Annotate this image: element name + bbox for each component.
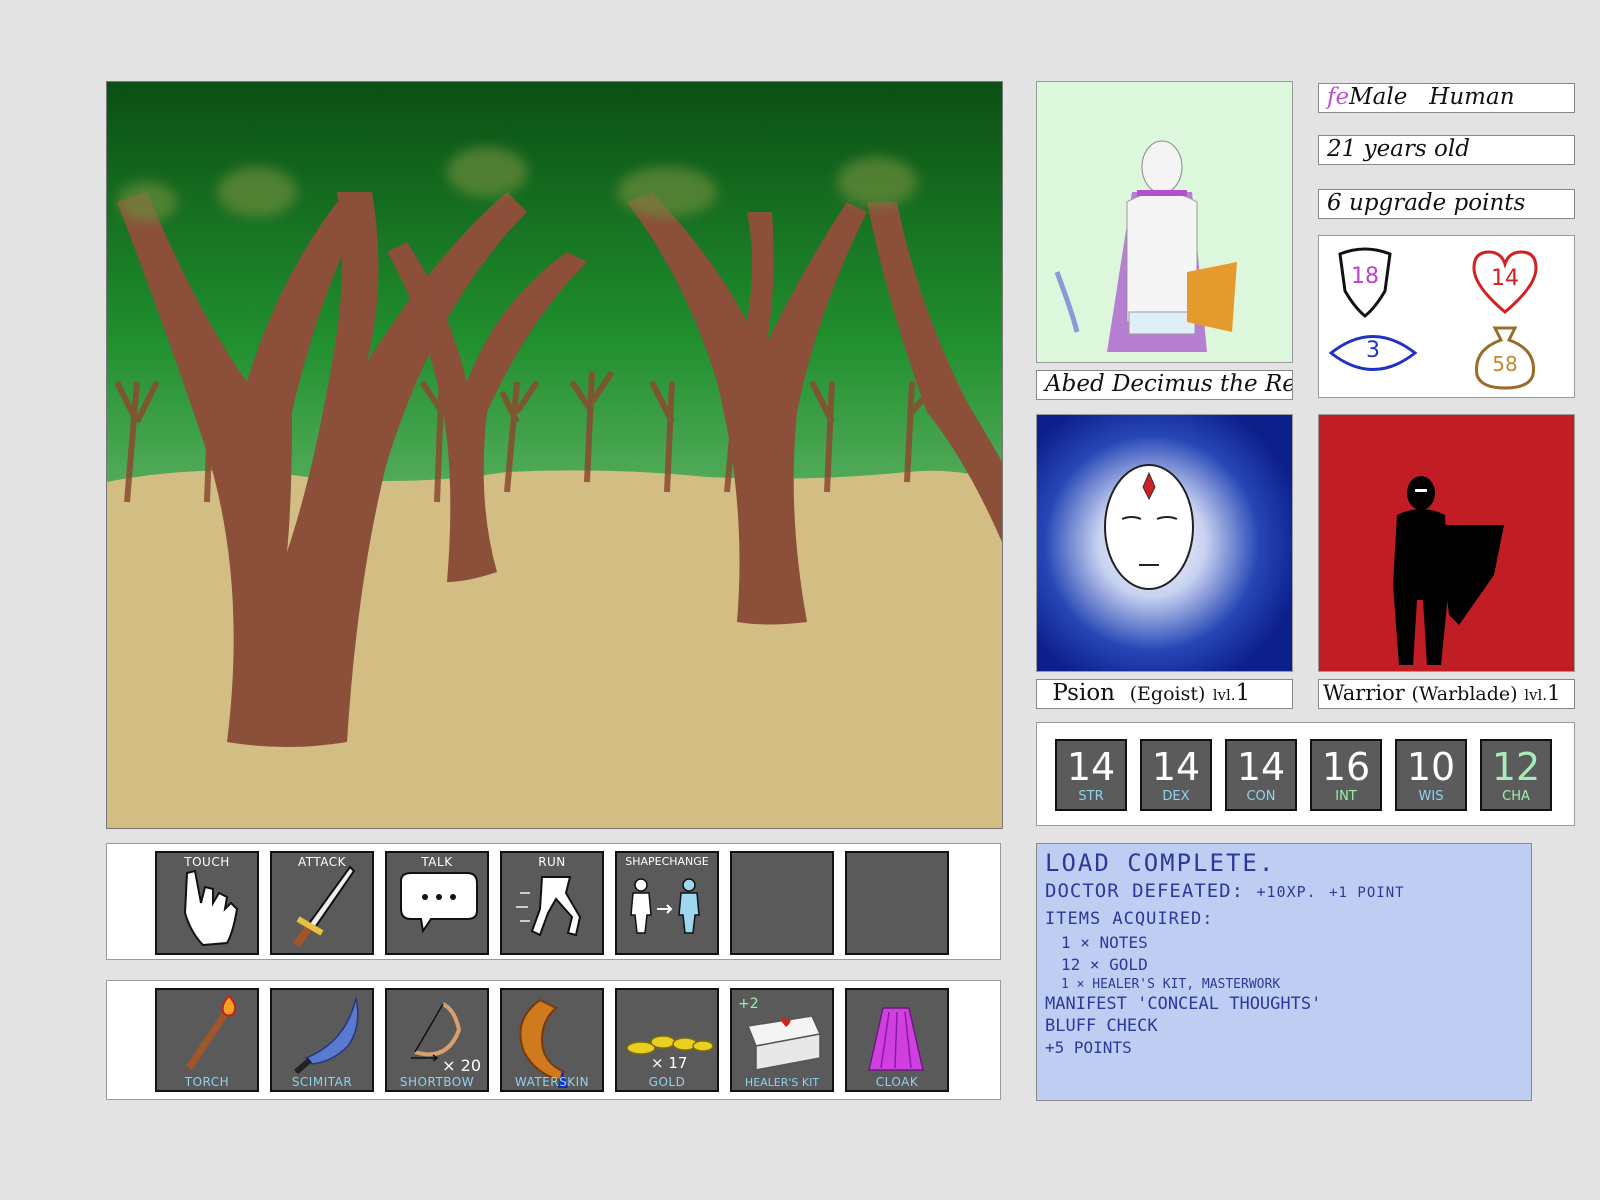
healers-kit-qty: +2: [738, 996, 759, 1012]
log-load-complete: LOAD COMPLETE.: [1045, 849, 1276, 877]
ability-key: WIS: [1418, 789, 1444, 804]
forest-scene: [107, 82, 1002, 828]
inventory-gold[interactable]: × 17 GOLD: [615, 988, 719, 1092]
gold-qty: × 17: [651, 1054, 688, 1072]
log-manifest-line: MANIFEST 'CONCEAL THOUGHTS': [1045, 994, 1322, 1014]
shortbow-qty: × 20: [442, 1056, 481, 1075]
warrior-level: 1: [1547, 681, 1561, 705]
sword-icon: [292, 865, 356, 948]
inventory-cloak[interactable]: CLOAK: [845, 988, 949, 1092]
ability-wis[interactable]: 10 WIS: [1395, 739, 1467, 811]
ability-value: 16: [1321, 745, 1371, 789]
log-item: 12 × GOLD: [1061, 955, 1148, 974]
speech-bubble-icon: [400, 872, 478, 934]
inventory-scimitar[interactable]: SCIMITAR: [270, 988, 374, 1092]
log-defeat-text: DOCTOR DEFEATED:: [1045, 880, 1245, 902]
action-empty-slot-7[interactable]: [845, 851, 949, 955]
inventory-label: TORCH: [184, 1075, 230, 1089]
gold-value: 58: [1492, 352, 1518, 376]
psion-class-name: Psion: [1052, 680, 1115, 706]
message-log[interactable]: LOAD COMPLETE. DOCTOR DEFEATED: +10XP. +…: [1036, 843, 1532, 1101]
log-xp-text: +10XP.: [1256, 883, 1317, 901]
log-defeat-line: DOCTOR DEFEATED: +10XP. +1 POINT: [1045, 878, 1523, 906]
log-bluff-line: BLUFF CHECK: [1045, 1016, 1158, 1036]
log-points-line: +5 POINTS: [1045, 1038, 1132, 1057]
warrior-silhouette-icon: [1393, 476, 1504, 665]
inventory-shortbow[interactable]: × 20 SHORTBOW: [385, 988, 489, 1092]
action-touch-button[interactable]: TOUCH: [155, 851, 259, 955]
ability-int[interactable]: 16 INT: [1310, 739, 1382, 811]
ability-key: CON: [1246, 789, 1276, 804]
inventory-waterskin[interactable]: WATERSKIN: [500, 988, 604, 1092]
psion-subclass: (Egoist): [1129, 683, 1206, 705]
action-bar: TOUCH ATTACK TALK RUN SHAPECHANGE: [106, 843, 1001, 960]
ability-key: STR: [1078, 789, 1104, 804]
psion-level-label: lvl.: [1212, 686, 1236, 704]
ability-value: 12: [1491, 745, 1541, 789]
warrior-subclass: (Warblade): [1411, 683, 1518, 705]
action-talk-button[interactable]: TALK: [385, 851, 489, 955]
ability-key: INT: [1335, 789, 1357, 804]
inventory-label: WATERSKIN: [514, 1075, 590, 1089]
character-portrait[interactable]: [1036, 81, 1293, 363]
health-value: 14: [1491, 266, 1519, 291]
log-items-heading: ITEMS ACQUIRED:: [1045, 909, 1214, 929]
ability-con[interactable]: 14 CON: [1225, 739, 1297, 811]
warrior-class-label: Warrior (Warblade) lvl.1: [1318, 679, 1575, 709]
psion-level: 1: [1235, 680, 1251, 706]
sex-race-field: feMale Human: [1318, 83, 1575, 113]
armor-stat: 18: [1335, 246, 1395, 318]
character-figure-icon: [1054, 140, 1237, 352]
log-item: 1 × NOTES: [1061, 933, 1148, 952]
inventory-label: CLOAK: [875, 1075, 919, 1089]
hand-pointer-icon: [183, 869, 239, 947]
action-attack-button[interactable]: ATTACK: [270, 851, 374, 955]
ability-value: 14: [1151, 745, 1201, 789]
race: Human: [1429, 84, 1515, 110]
ability-scores-panel: 14 STR 14 DEX 14 CON 16 INT 10 WIS 12 CHA: [1036, 722, 1575, 826]
inventory-bar: TORCH SCIMITAR × 20 SHORTBOW WATERSKIN ×…: [106, 980, 1001, 1100]
health-stat: 14: [1469, 246, 1541, 318]
ability-value: 14: [1066, 745, 1116, 789]
vital-stats-box: 18 14 3 58: [1318, 235, 1575, 398]
log-item: 1 × HEALER'S KIT, MASTERWORK: [1061, 977, 1281, 992]
sex-prefix: fe: [1327, 84, 1350, 110]
psion-class-label: Psion (Egoist) lvl.1: [1036, 679, 1293, 709]
sex: Male: [1349, 84, 1408, 110]
inventory-healers-kit[interactable]: +2 HEALER'S KIT: [730, 988, 834, 1092]
armor-value: 18: [1351, 264, 1379, 289]
ability-str[interactable]: 14 STR: [1055, 739, 1127, 811]
character-name: Abed Decimus the Red: [1036, 370, 1293, 400]
gold-stat: 58: [1469, 320, 1541, 392]
ability-key: DEX: [1162, 789, 1190, 804]
psion-class-portrait[interactable]: [1036, 414, 1293, 672]
ability-value: 14: [1236, 745, 1286, 789]
inventory-label: HEALER'S KIT: [744, 1076, 820, 1089]
action-run-button[interactable]: RUN: [500, 851, 604, 955]
inventory-label: SHORTBOW: [399, 1075, 475, 1089]
running-legs-icon: [516, 876, 582, 937]
perception-value: 3: [1366, 338, 1380, 363]
action-empty-slot-6[interactable]: [730, 851, 834, 955]
upgrade-points-field[interactable]: 6 upgrade points: [1318, 189, 1575, 219]
inventory-label: SCIMITAR: [291, 1075, 353, 1089]
psion-face-icon: [1037, 415, 1292, 671]
age-field: 21 years old: [1318, 135, 1575, 165]
log-point-text: +1 POINT: [1329, 885, 1405, 901]
warrior-class-portrait[interactable]: [1318, 414, 1575, 672]
ability-cha[interactable]: 12 CHA: [1480, 739, 1552, 811]
perception-stat: 3: [1327, 328, 1419, 378]
inventory-label: GOLD: [648, 1075, 686, 1089]
ability-dex[interactable]: 14 DEX: [1140, 739, 1212, 811]
ability-key: CHA: [1502, 789, 1530, 804]
warrior-level-label: lvl.: [1524, 686, 1548, 704]
warrior-class-name: Warrior: [1323, 681, 1405, 705]
inventory-torch[interactable]: TORCH: [155, 988, 259, 1092]
game-scene-view[interactable]: [106, 81, 1003, 829]
ability-value: 10: [1406, 745, 1456, 789]
shapechange-icon: [630, 878, 700, 934]
action-shapechange-button[interactable]: SHAPECHANGE: [615, 851, 719, 955]
